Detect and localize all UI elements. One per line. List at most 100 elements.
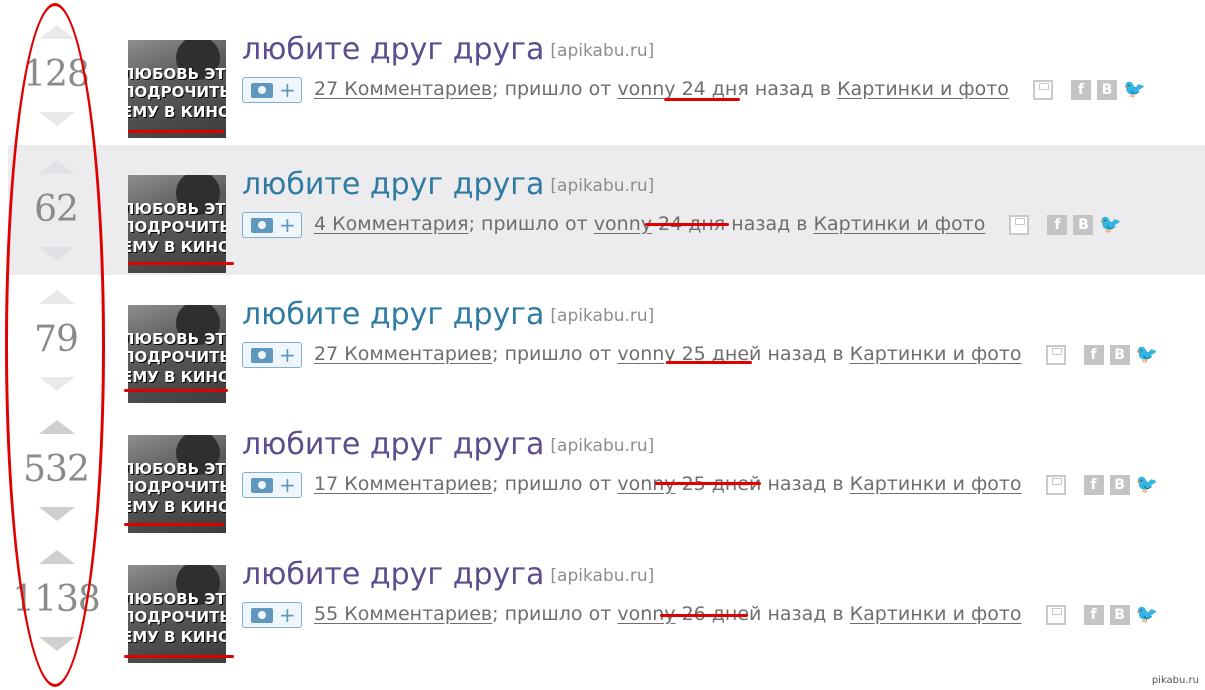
twitter-icon[interactable]: 🐦 <box>1136 345 1158 365</box>
post-thumbnail[interactable]: ЛЮБОВЬ ЭТО ПОДРОЧИТЬ ЕМУ В КИНО <box>128 435 226 533</box>
share-icons: f B 🐦 <box>1045 470 1162 500</box>
twitter-icon[interactable]: 🐦 <box>1136 475 1158 495</box>
post-domain: [apikabu.ru] <box>550 41 655 61</box>
comments-link[interactable]: 27 Комментариев <box>314 343 492 365</box>
red-underline-thumbnail <box>128 130 224 133</box>
thumbnail-text-line: ЕМУ В КИНО <box>128 498 226 516</box>
add-to-collection-button[interactable]: + <box>242 341 302 368</box>
facebook-icon[interactable]: f <box>1083 475 1104 495</box>
post-domain: [apikabu.ru] <box>550 566 655 586</box>
save-icon[interactable] <box>1045 475 1066 495</box>
post-domain: [apikabu.ru] <box>550 436 655 456</box>
twitter-icon[interactable]: 🐦 <box>1099 215 1121 235</box>
post-thumbnail[interactable]: ЛЮБОВЬ ЭТО ПОДРОЧИТЬ ЕМУ В КИНО <box>128 40 226 138</box>
meta-text: ; пришло от <box>492 343 618 365</box>
post-item: 62 ЛЮБОВЬ ЭТО ПОДРОЧИТЬ ЕМУ В КИНО любит… <box>8 145 1205 275</box>
upvote-arrow-icon[interactable] <box>39 25 75 39</box>
post-thumbnail[interactable]: ЛЮБОВЬ ЭТО ПОДРОЧИТЬ ЕМУ В КИНО <box>128 175 226 273</box>
vkontakte-icon[interactable]: B <box>1096 80 1117 100</box>
add-to-collection-button[interactable]: + <box>242 211 302 238</box>
vote-widget: 128 <box>0 10 112 140</box>
post-title-link[interactable]: любите друг друга <box>242 557 544 592</box>
save-icon[interactable] <box>1045 345 1066 365</box>
red-underline-date <box>645 223 729 226</box>
vkontakte-icon[interactable]: B <box>1109 345 1130 365</box>
share-icons: f B 🐦 <box>1045 340 1162 370</box>
save-icon[interactable] <box>1032 80 1053 100</box>
vkontakte-icon[interactable]: B <box>1109 605 1130 625</box>
meta-text: назад в <box>761 473 850 495</box>
red-underline-thumbnail <box>124 655 234 658</box>
twitter-icon[interactable]: 🐦 <box>1136 605 1158 625</box>
author-link[interactable]: vonny <box>594 213 652 235</box>
facebook-icon[interactable]: f <box>1047 215 1068 235</box>
downvote-arrow-icon[interactable] <box>39 377 75 391</box>
post-domain: [apikabu.ru] <box>550 176 655 196</box>
downvote-arrow-icon[interactable] <box>39 637 75 651</box>
plus-icon: + <box>279 342 296 367</box>
vote-widget: 62 <box>0 145 112 275</box>
author-link[interactable]: vonny <box>617 78 675 100</box>
meta-text: назад в <box>725 213 814 235</box>
upvote-arrow-icon[interactable] <box>39 550 75 564</box>
downvote-arrow-icon[interactable] <box>39 507 75 521</box>
vote-widget: 1138 <box>0 535 112 665</box>
plus-icon: + <box>279 602 296 627</box>
thumbnail-text-line: ЕМУ В КИНО <box>128 628 226 646</box>
share-icons: f B 🐦 <box>1009 210 1125 240</box>
post-title-link[interactable]: любите друг друга <box>242 32 544 67</box>
post-title-link[interactable]: любите друг друга <box>242 427 544 462</box>
camera-icon <box>251 347 273 363</box>
comments-link[interactable]: 55 Комментариев <box>314 603 492 625</box>
camera-icon <box>251 607 273 623</box>
facebook-icon[interactable]: f <box>1083 345 1104 365</box>
comments-link[interactable]: 4 Комментария <box>314 213 469 235</box>
downvote-arrow-icon[interactable] <box>39 247 75 261</box>
red-underline-date <box>655 482 761 485</box>
category-link[interactable]: Картинки и фото <box>837 78 1009 100</box>
add-to-collection-button[interactable]: + <box>242 471 302 498</box>
facebook-icon[interactable]: f <box>1070 80 1091 100</box>
post-item: 1138 ЛЮБОВЬ ЭТО ПОДРОЧИТЬ ЕМУ В КИНО люб… <box>0 535 1205 665</box>
save-icon[interactable] <box>1045 605 1066 625</box>
post-rating: 532 <box>23 449 90 490</box>
red-underline-thumbnail <box>128 262 234 265</box>
vkontakte-icon[interactable]: B <box>1109 475 1130 495</box>
comments-link[interactable]: 17 Комментариев <box>314 473 492 495</box>
category-link[interactable]: Картинки и фото <box>850 343 1022 365</box>
facebook-icon[interactable]: f <box>1083 605 1104 625</box>
thumbnail-text-line: ПОДРОЧИТЬ <box>128 218 226 236</box>
post-title-row: любите друг друга [apikabu.ru] <box>242 167 654 204</box>
vote-widget: 532 <box>0 405 112 535</box>
meta-text: назад в <box>748 78 838 100</box>
upvote-arrow-icon[interactable] <box>39 290 75 304</box>
thumbnail-text-line: ЕМУ В КИНО <box>128 368 226 386</box>
red-underline-date <box>666 361 752 364</box>
save-icon[interactable] <box>1009 215 1030 235</box>
category-link[interactable]: Картинки и фото <box>850 473 1022 495</box>
red-underline-thumbnail <box>124 523 224 526</box>
post-age: 24 дня <box>681 78 749 100</box>
watermark: pikabu.ru <box>1151 675 1199 686</box>
twitter-icon[interactable]: 🐦 <box>1123 80 1145 100</box>
meta-text: назад в <box>761 603 850 625</box>
upvote-arrow-icon[interactable] <box>39 420 75 434</box>
thumbnail-text-line: ПОДРОЧИТЬ <box>128 83 226 101</box>
category-link[interactable]: Картинки и фото <box>850 603 1022 625</box>
vote-widget: 79 <box>0 275 112 405</box>
post-title-link[interactable]: любите друг друга <box>242 297 544 332</box>
category-link[interactable]: Картинки и фото <box>814 213 986 235</box>
post-title-link[interactable]: любите друг друга <box>242 167 544 202</box>
vkontakte-icon[interactable]: B <box>1073 215 1094 235</box>
upvote-arrow-icon[interactable] <box>39 160 75 174</box>
comments-link[interactable]: 27 Комментариев <box>314 78 492 100</box>
downvote-arrow-icon[interactable] <box>39 112 75 126</box>
add-to-collection-button[interactable]: + <box>242 601 302 628</box>
red-underline-date <box>664 98 740 101</box>
share-icons: f B 🐦 <box>1032 75 1149 105</box>
post-thumbnail[interactable]: ЛЮБОВЬ ЭТО ПОДРОЧИТЬ ЕМУ В КИНО <box>128 565 226 663</box>
meta-text: назад в <box>761 343 850 365</box>
thumbnail-text-line: ЛЮБОВЬ ЭТО <box>128 330 226 348</box>
post-item: 79 ЛЮБОВЬ ЭТО ПОДРОЧИТЬ ЕМУ В КИНО любит… <box>0 275 1205 405</box>
add-to-collection-button[interactable]: + <box>242 76 302 103</box>
